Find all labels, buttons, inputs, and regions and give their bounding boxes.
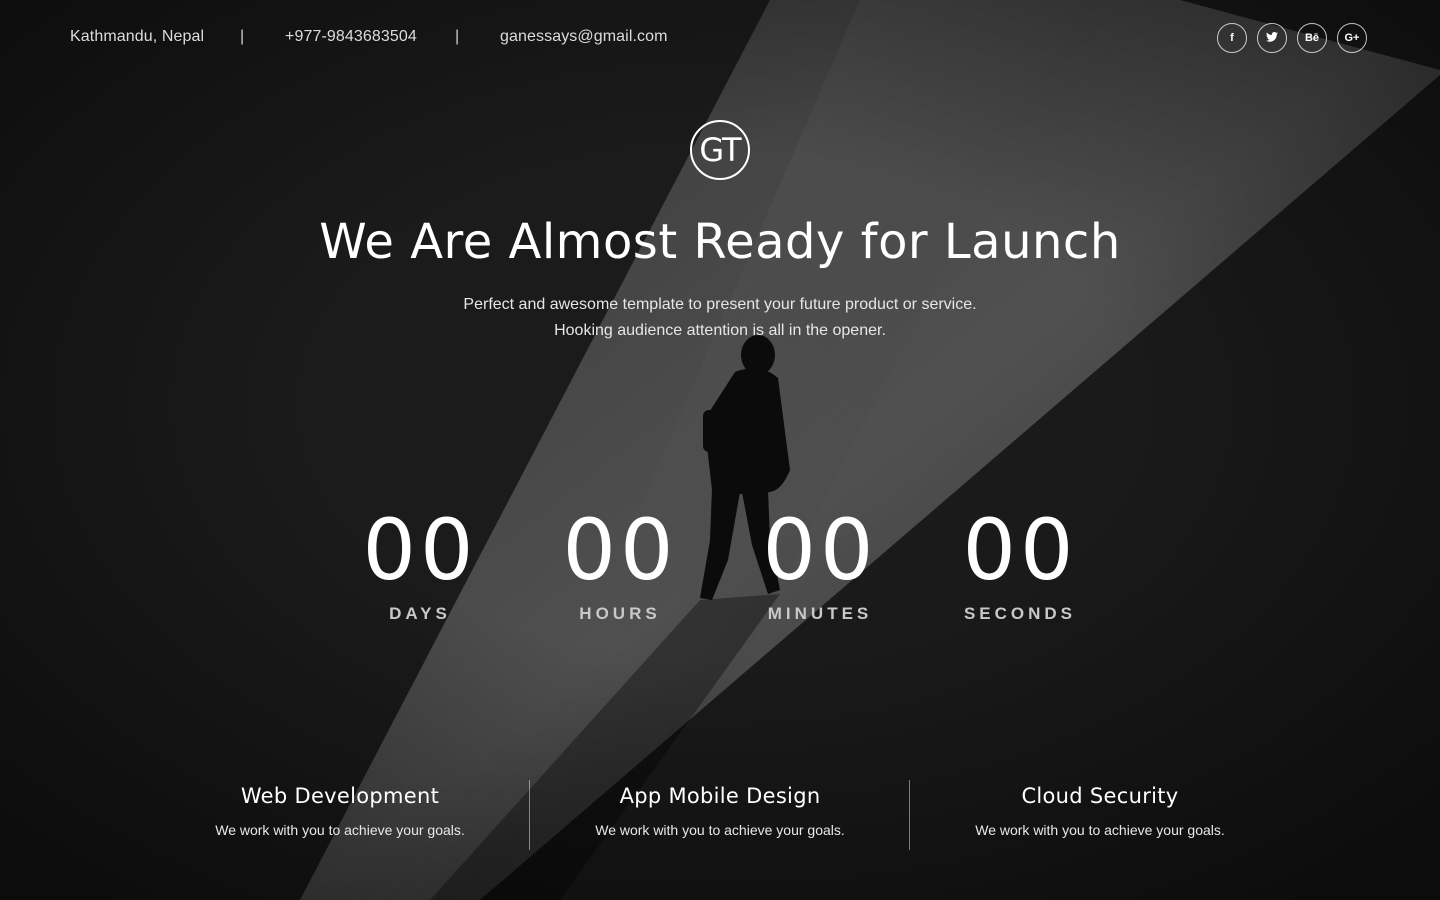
behance-button[interactable]: Bē: [1297, 23, 1327, 53]
subtitle-line-2: Hooking audience attention is all in the…: [554, 322, 886, 339]
seconds-value: 00: [962, 501, 1078, 599]
separator: |: [455, 28, 460, 45]
countdown-minutes: 00 MINUTES: [720, 500, 920, 624]
google-plus-icon: G+: [1344, 32, 1360, 44]
subtitle-line-1: Perfect and awesome template to present …: [463, 296, 977, 313]
separator: |: [240, 28, 245, 45]
service-title: Cloud Security: [1021, 784, 1179, 808]
service-description: We work with you to achieve your goals.: [595, 822, 845, 838]
service-cloud-security: Cloud Security We work with you to achie…: [910, 780, 1290, 838]
phone-link[interactable]: +977-9843683504: [285, 28, 417, 46]
hours-label: HOURS: [579, 604, 661, 623]
page-title: We Are Almost Ready for Launch: [319, 214, 1121, 270]
twitter-icon: [1266, 31, 1278, 45]
hours-value: 00: [562, 501, 678, 599]
service-title: Web Development: [240, 784, 440, 808]
google-plus-button[interactable]: G+: [1337, 23, 1367, 53]
seconds-label: SECONDS: [963, 604, 1077, 623]
days-label: DAYS: [389, 604, 451, 623]
facebook-button[interactable]: f: [1217, 23, 1247, 53]
location-text: Kathmandu, Nepal: [70, 28, 205, 45]
behance-icon: Bē: [1304, 32, 1320, 44]
social-links: f Bē G+: [1217, 23, 1367, 53]
service-description: We work with you to achieve your goals.: [975, 822, 1225, 838]
countdown-hours: 00 HOURS: [520, 500, 720, 624]
countdown-days: 00 DAYS: [320, 500, 520, 624]
minutes-label: MINUTES: [767, 604, 873, 623]
top-bar: Kathmandu, Nepal | +977-9843683504 | gan…: [0, 0, 1440, 75]
twitter-button[interactable]: [1257, 23, 1287, 53]
service-app-mobile-design: App Mobile Design We work with you to ac…: [530, 780, 910, 838]
service-title: App Mobile Design: [619, 784, 821, 808]
facebook-icon: f: [1230, 32, 1234, 44]
coming-soon-page: Kathmandu, Nepal | +977-9843683504 | gan…: [0, 0, 1440, 900]
countdown-seconds: 00 SECONDS: [920, 500, 1120, 624]
email-link[interactable]: ganessays@gmail.com: [500, 28, 668, 46]
days-value: 00: [362, 501, 478, 599]
logo[interactable]: GT: [690, 120, 750, 180]
service-description: We work with you to achieve your goals.: [215, 822, 465, 838]
minutes-value: 00: [762, 501, 878, 599]
service-web-development: Web Development We work with you to achi…: [150, 780, 530, 838]
